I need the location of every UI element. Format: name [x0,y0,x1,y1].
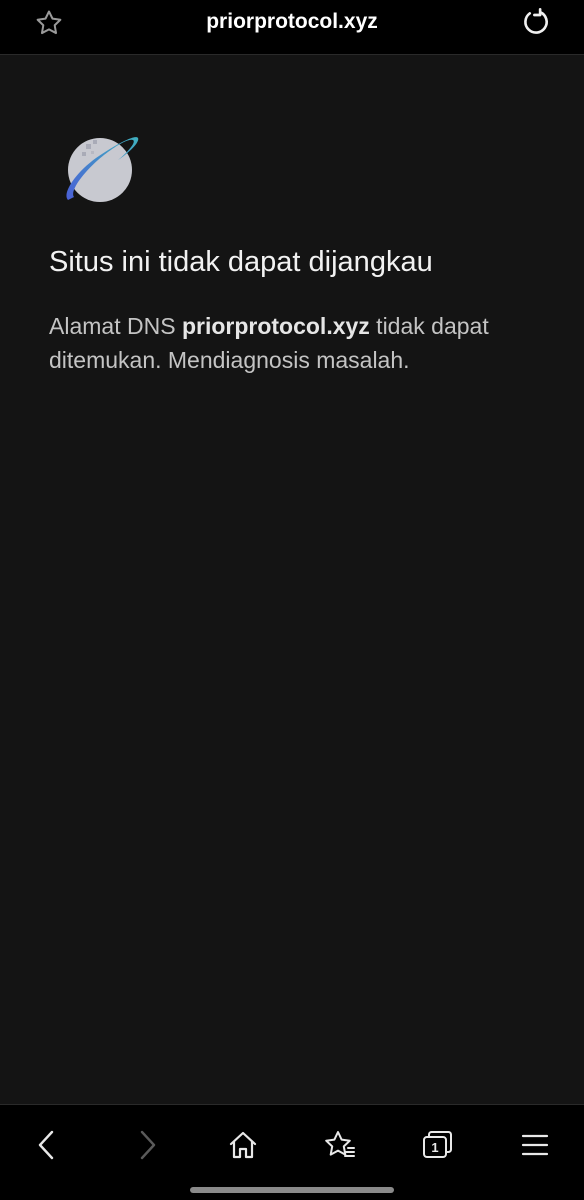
back-button[interactable] [23,1121,71,1169]
tabs-icon: 1 [423,1131,452,1158]
add-bookmark-button[interactable] [32,6,66,40]
bookmarks-button[interactable] [316,1121,364,1169]
error-desc-prefix: Alamat DNS [49,313,182,339]
menu-button[interactable] [511,1121,559,1169]
browser-page: priorprotocol.xyz Situs ini tidak dapat … [0,0,584,1200]
url-text[interactable]: priorprotocol.xyz [120,8,464,36]
tabs-button[interactable]: 1 [413,1121,461,1169]
forward-arrow-icon [140,1130,156,1160]
tabs-count: 1 [431,1140,438,1155]
reload-icon [524,7,548,34]
globe-icon [60,130,144,210]
bookmark-star-icon [325,1131,355,1157]
home-icon [229,1131,257,1159]
error-description: Alamat DNS priorprotocol.xyz tidak dapat… [49,309,549,377]
forward-button[interactable] [123,1121,171,1169]
address-bar: priorprotocol.xyz [0,0,584,55]
error-host: priorprotocol.xyz [181,313,370,339]
error-title: Situs ini tidak dapat dijangkau [49,246,433,278]
back-arrow-icon [38,1130,54,1160]
home-button[interactable] [219,1121,267,1169]
reload-button[interactable] [518,4,554,40]
menu-icon [521,1134,549,1156]
star-outline-icon [36,10,62,35]
gesture-home-indicator[interactable] [190,1187,394,1193]
bottom-toolbar: 1 [0,1104,584,1200]
